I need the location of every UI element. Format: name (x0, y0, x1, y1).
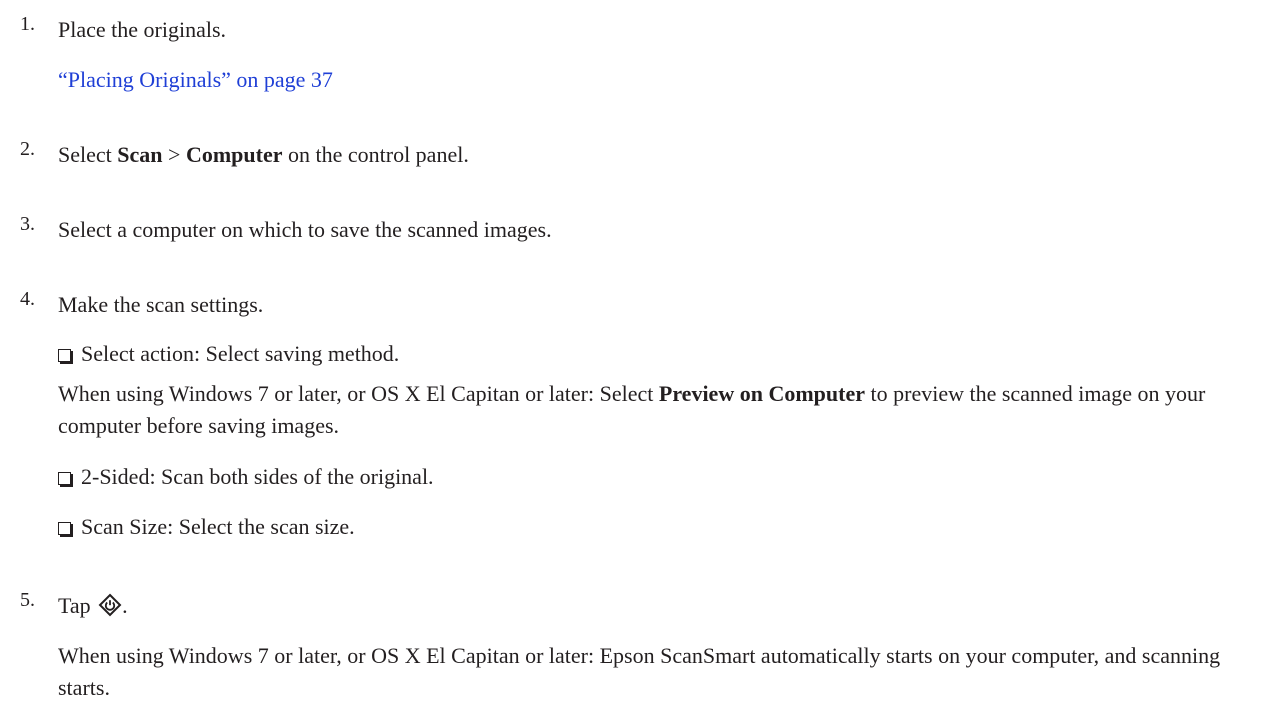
computer-menu-term: Computer (185, 142, 283, 167)
setting-label: 2-Sided: Scan both sides of the original… (81, 464, 434, 489)
checkbox-bullet-icon (58, 472, 71, 485)
step-text: Select a computer on which to save the s… (58, 217, 552, 242)
step-number: 4. (20, 288, 35, 310)
preview-on-computer-term: Preview on Computer (658, 381, 865, 406)
step-number: 2. (20, 138, 35, 160)
step-number: 1. (20, 13, 35, 35)
step-text: Select Scan > Computer on the control pa… (58, 142, 469, 167)
step-5-note: When using Windows 7 or later, or OS X E… (58, 643, 1221, 700)
step-text: Tap . (58, 590, 1239, 626)
step-text: Place the originals. (58, 17, 227, 42)
setting-item: 2-Sided: Scan both sides of the original… (58, 461, 1229, 493)
step-number: 3. (20, 213, 35, 235)
setting-item: Scan Size: Select the scan size. (58, 511, 1229, 543)
setting-note: When using Windows 7 or later, or OS X E… (58, 381, 1206, 438)
setting-label: Select action: Select saving method. (81, 341, 400, 366)
start-diamond-icon (98, 593, 122, 626)
placing-originals-link[interactable]: “Placing Originals” on page 37 (58, 67, 333, 92)
checkbox-bullet-icon (58, 522, 71, 535)
step-number: 5. (20, 589, 35, 611)
scan-menu-term: Scan (117, 142, 163, 167)
step-text: Make the scan settings. (58, 292, 264, 317)
setting-label: Scan Size: Select the scan size. (81, 514, 355, 539)
setting-item: Select action: Select saving method. (58, 338, 1229, 370)
checkbox-bullet-icon (58, 349, 71, 362)
